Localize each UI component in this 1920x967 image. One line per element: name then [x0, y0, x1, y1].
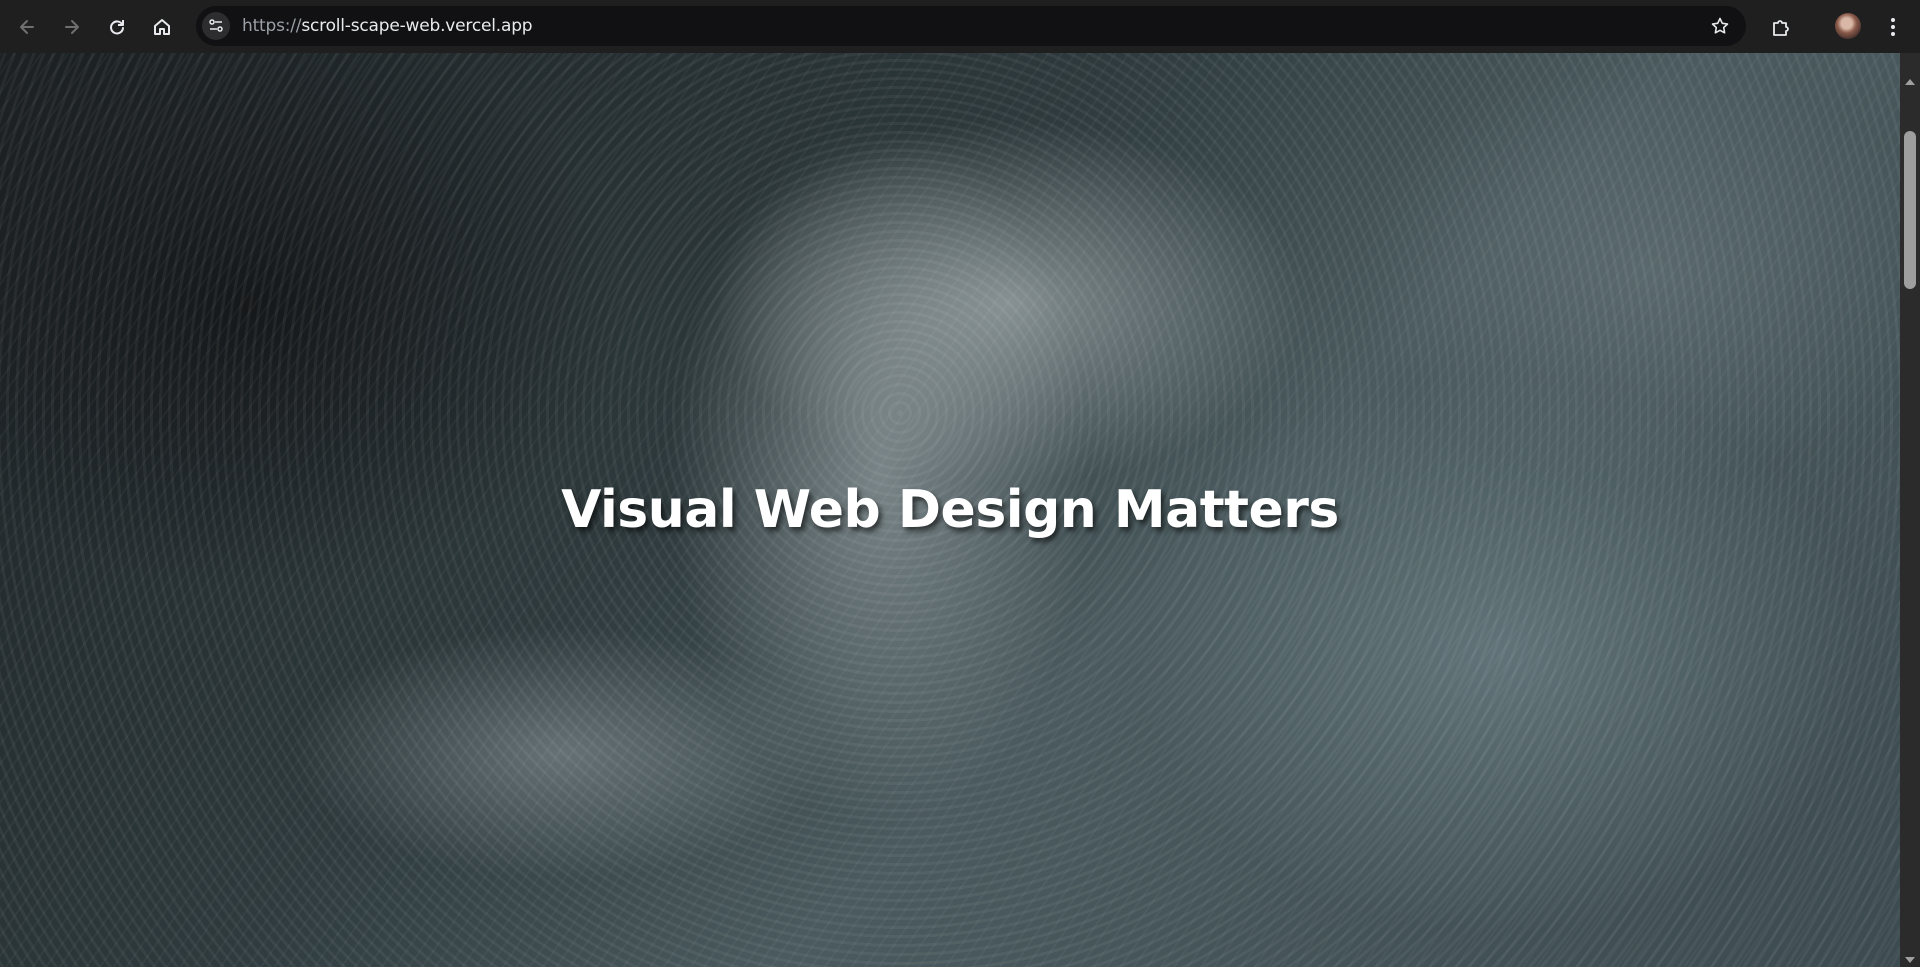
vertical-scrollbar[interactable] [1900, 53, 1920, 967]
kebab-menu-icon [1891, 18, 1895, 36]
puzzle-icon [1773, 20, 1789, 36]
home-icon [154, 19, 170, 35]
avatar[interactable] [1835, 13, 1861, 39]
arrow-right-icon [65, 20, 79, 34]
browser-toolbar: https://scroll-scape-web.vercel.app [0, 0, 1920, 53]
address-bar[interactable]: https://scroll-scape-web.vercel.app [196, 6, 1746, 46]
tune-icon [209, 19, 223, 32]
reload-button[interactable] [102, 12, 132, 42]
site-info-button[interactable] [202, 12, 230, 40]
bookmark-button[interactable] [1708, 14, 1732, 38]
scroll-up-arrow[interactable] [1905, 79, 1915, 85]
forward-button[interactable] [57, 12, 87, 42]
arrow-left-icon [20, 20, 34, 34]
extensions-button[interactable] [1766, 12, 1796, 42]
url-text[interactable]: https://scroll-scape-web.vercel.app [242, 6, 533, 46]
hero-title: Visual Web Design Matters [561, 480, 1339, 540]
home-button[interactable] [147, 12, 177, 42]
star-icon [1711, 17, 1729, 34]
reload-icon [110, 20, 124, 35]
browser-menu-button[interactable] [1878, 12, 1908, 42]
scroll-thumb[interactable] [1904, 131, 1916, 289]
page-viewport: Visual Web Design Matters [0, 53, 1900, 967]
back-button[interactable] [12, 12, 42, 42]
url-host: scroll-scape-web.vercel.app [301, 16, 533, 36]
scroll-down-arrow[interactable] [1905, 957, 1915, 963]
url-scheme: https:// [242, 16, 302, 36]
